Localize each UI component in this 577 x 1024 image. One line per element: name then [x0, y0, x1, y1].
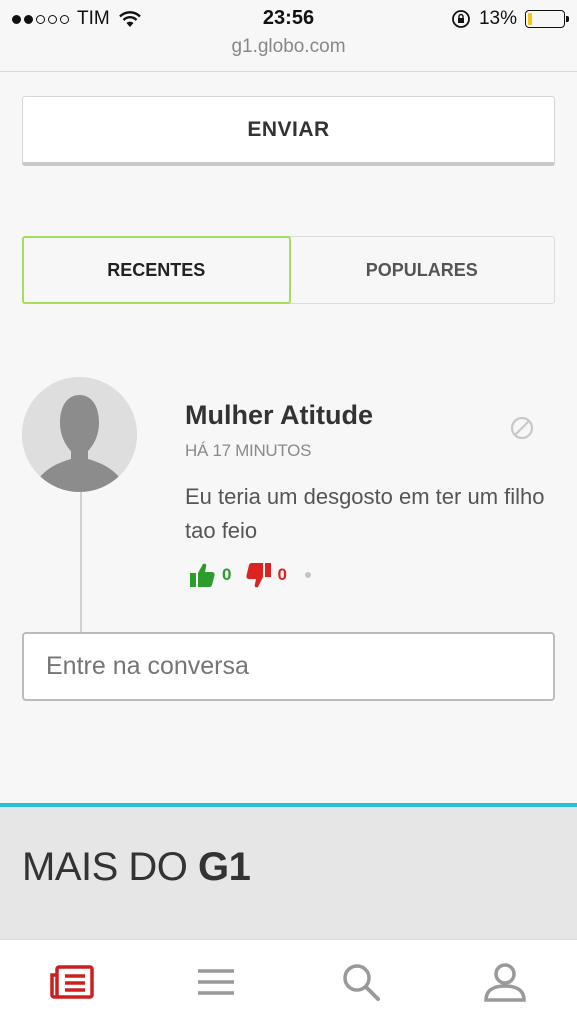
likes-count: 0 — [222, 565, 232, 584]
more-title-brand: G1 — [198, 845, 251, 889]
default-avatar-icon — [22, 377, 137, 492]
menu-icon — [198, 969, 235, 995]
status-bar: TIM 23:56 13% — [0, 0, 577, 38]
comment-time: HÁ 17 MINUTOS — [185, 441, 312, 460]
thumbs-down-icon[interactable] — [245, 560, 273, 590]
tab-recentes[interactable]: RECENTES — [22, 236, 291, 304]
nav-menu[interactable] — [144, 940, 288, 1024]
nav-profile[interactable] — [433, 940, 577, 1024]
avatar[interactable] — [22, 377, 137, 492]
battery-icon — [525, 10, 569, 28]
status-right: 13% — [451, 8, 569, 30]
bottom-nav — [0, 939, 577, 1024]
separator-dot — [304, 572, 311, 578]
more-section: MAIS DO G1 — [0, 803, 577, 939]
nav-search[interactable] — [289, 940, 433, 1024]
more-title-prefix: MAIS DO — [22, 845, 199, 889]
thumbs-up-icon[interactable] — [188, 561, 216, 589]
orientation-lock-icon — [452, 10, 470, 28]
report-icon[interactable] — [510, 416, 534, 440]
reply-input[interactable] — [22, 632, 555, 701]
thread-line — [80, 490, 82, 632]
comment-tabs: RECENTES POPULARES — [22, 236, 555, 304]
user-icon — [484, 963, 526, 1002]
comment-author[interactable]: Mulher Atitude — [185, 400, 373, 431]
news-icon — [50, 965, 94, 999]
tab-populares[interactable]: POPULARES — [290, 237, 555, 303]
send-button[interactable]: ENVIAR — [22, 96, 555, 166]
comment-text: Eu teria um desgosto em ter um filho tao… — [185, 484, 545, 543]
search-icon — [342, 964, 380, 1001]
nav-news[interactable] — [0, 940, 144, 1024]
dislikes-count: 0 — [277, 565, 287, 584]
battery-percent: 13% — [478, 8, 517, 29]
url-bar[interactable]: g1.globo.com — [0, 36, 577, 72]
more-title: MAIS DO G1 — [22, 845, 251, 890]
vote-bar: 0 0 — [188, 560, 311, 590]
